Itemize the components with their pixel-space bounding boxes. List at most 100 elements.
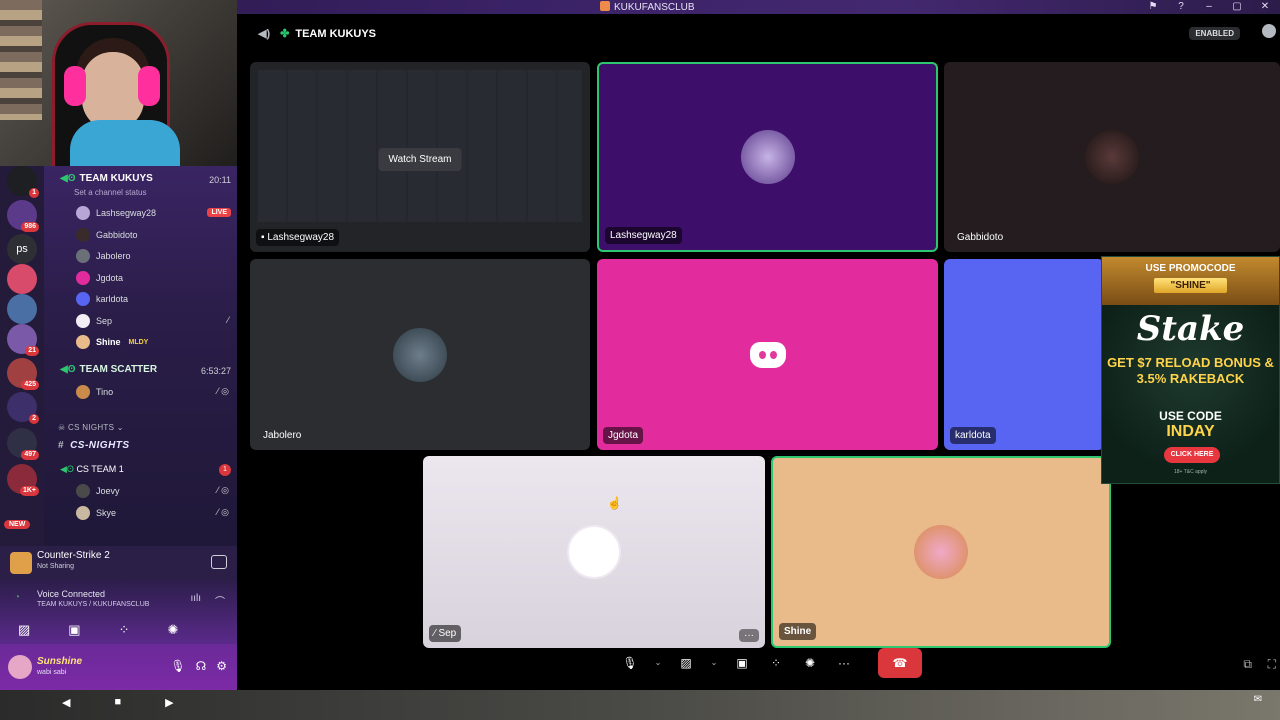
fullscreen-icon[interactable]: ⛶ (1268, 657, 1276, 672)
ad-fine-print: 18+ T&C apply (1173, 469, 1208, 475)
streamer-face-image (82, 52, 144, 130)
activities-icon[interactable]: ⁘ (766, 652, 786, 674)
participant-tile[interactable]: Jabolero (250, 259, 590, 450)
chevron-down-icon: ⌄ (114, 423, 124, 432)
participant-tile[interactable]: Jgdota (597, 259, 938, 450)
microphone-icon[interactable]: 🎙 (620, 652, 640, 674)
voice-member[interactable]: Joevy (76, 482, 120, 500)
close-icon[interactable]: ✕ (1258, 1, 1272, 12)
activities-icon[interactable]: ⁘ (119, 622, 130, 638)
tile-label: Lashsegway28 (605, 227, 682, 244)
server-icon[interactable] (7, 294, 37, 324)
disconnect-icon[interactable]: ⌒ (215, 593, 225, 608)
voice-member[interactable]: Tino (76, 383, 113, 401)
disconnect-call-button[interactable]: ☎ (878, 648, 922, 678)
chat-icon[interactable] (1262, 24, 1276, 38)
server-icon[interactable]: 21 (7, 324, 39, 356)
server-icon[interactable] (7, 264, 37, 294)
headphones-icon[interactable]: ☊ (196, 659, 207, 673)
more-icon[interactable]: ··· (834, 652, 854, 674)
window-icon[interactable]: ■ (114, 696, 121, 709)
game-icon (10, 552, 32, 574)
avatar (76, 385, 90, 399)
stream-tile[interactable]: Watch Stream ▪ Lashsegway28 (250, 62, 590, 252)
voice-member[interactable]: Jgdota (76, 269, 123, 287)
title-bar-controls: ⚑ ? – ▢ ✕ (1146, 1, 1272, 12)
avatar[interactable] (8, 655, 32, 679)
participant-tile[interactable]: Shine (771, 456, 1111, 648)
brand-logo: Stake (1136, 309, 1245, 349)
voice-member[interactable]: Jabolero (76, 247, 131, 265)
voice-channel-link[interactable]: TEAM KUKUYS / KUKUFANSCLUB (37, 601, 149, 608)
server-icon[interactable]: 986 (7, 200, 39, 232)
maximize-icon[interactable]: ▢ (1230, 1, 1244, 12)
channel-list: ◀ʘ TEAM KUKUYS 20:11 Set a channel status… (44, 166, 237, 546)
chevron-down-icon[interactable]: ⌄ (654, 652, 662, 674)
participant-tile[interactable]: ☝ ⁄ Sep ··· (423, 456, 765, 648)
voice-member[interactable]: Lashsegway28 (76, 204, 156, 222)
participant-tile[interactable]: Gabbidoto (944, 62, 1280, 252)
voice-icon: ◀) (258, 28, 271, 40)
voice-channel-team-kukuys[interactable]: ◀ʘ TEAM KUKUYS (60, 173, 153, 184)
share-screen-icon[interactable] (211, 555, 227, 569)
camera-off-icon[interactable]: ▨ (676, 652, 696, 674)
avatar (1085, 130, 1139, 184)
voice-channel-cs-team-1[interactable]: ◀ʘ CS TEAM 1 (60, 464, 124, 475)
voice-member[interactable]: Gabbidoto (76, 226, 138, 244)
text-channel-cs-nights[interactable]: # CS-NIGHTS (58, 440, 130, 451)
chevron-down-icon[interactable]: ⌄ (710, 652, 718, 674)
stream-preview (258, 70, 582, 222)
server-icon[interactable]: 1 (7, 166, 39, 198)
hand-cursor-icon: ☝ (607, 496, 622, 510)
server-icon[interactable]: 425 (7, 358, 39, 390)
settings-gear-icon[interactable]: ⚙ (216, 659, 227, 673)
tile-label: Shine (779, 623, 817, 640)
speaker-icon: ◀ʘ (60, 173, 76, 184)
voice-member[interactable]: Sep (76, 312, 112, 330)
click-here-button[interactable]: CLICK HERE (1164, 447, 1220, 463)
avatar (567, 525, 621, 579)
soundboard-icon[interactable]: ✺ (800, 652, 820, 674)
live-badge: LIVE (207, 208, 231, 217)
avatar (76, 292, 90, 306)
watch-stream-button[interactable]: Watch Stream (378, 148, 462, 171)
muted-deafened-icon: ⁄ ◎ (217, 485, 229, 495)
popout-icon[interactable]: ⧉ (1243, 657, 1252, 672)
more-options-button[interactable]: ··· (739, 629, 759, 642)
inbox-icon[interactable]: ⚑ (1146, 1, 1160, 12)
channel-status-placeholder[interactable]: Set a channel status (74, 188, 147, 197)
promo-ad-overlay[interactable]: USE PROMOCODE "SHINE" Stake GET $7 RELOA… (1101, 256, 1280, 484)
noise-suppression-icon[interactable]: ıılı (190, 593, 201, 608)
right-arrow-icon[interactable]: ▶ (165, 696, 173, 709)
channel-timer: 20:11 (209, 175, 231, 185)
minimize-icon[interactable]: – (1202, 1, 1216, 12)
category-cs-nights[interactable]: ☠ CS NIGHTS ⌄ (58, 423, 124, 432)
tray-icon[interactable]: ✉ (1254, 694, 1262, 705)
left-arrow-icon[interactable]: ◀ (62, 696, 70, 709)
help-icon[interactable]: ? (1174, 1, 1188, 12)
activity-panel: Counter-Strike 2 Not Sharing (0, 546, 237, 580)
voice-member[interactable]: Skye (76, 504, 116, 522)
participant-tile[interactable]: karldota (944, 259, 1104, 450)
microphone-icon[interactable]: 🎙 (170, 659, 185, 673)
screen-share-icon[interactable]: ▣ (732, 652, 752, 674)
server-icon[interactable]: 497 (7, 428, 39, 460)
camera-off-icon[interactable]: ▨ (18, 622, 30, 638)
voice-member[interactable]: karldota (76, 290, 128, 308)
enabled-badge[interactable]: ENABLED (1189, 27, 1240, 40)
screen-share-icon[interactable]: ▣ (68, 622, 80, 638)
voice-member[interactable]: Shine MLDY (76, 333, 148, 351)
ad-use-code: USE CODE (1159, 409, 1222, 423)
muted-deafened-icon: ⁄ ◎ (217, 386, 229, 396)
soundboard-icon[interactable]: ✺ (168, 622, 179, 638)
signal-icon[interactable]: ◔ (14, 592, 20, 603)
server-icon[interactable]: 1K+ (7, 464, 39, 496)
tile-label: Jabolero (263, 430, 302, 441)
voice-connection-panel: ◔ Voice Connected TEAM KUKUYS / KUKUFANS… (0, 580, 237, 644)
call-controls: 🎙 ⌄ ▨ ⌄ ▣ ⁘ ✺ ··· ☎ (620, 648, 922, 678)
new-badge: NEW (4, 520, 31, 529)
server-icon[interactable]: 2 (7, 392, 39, 424)
participant-tile[interactable]: Lashsegway28 (597, 62, 938, 252)
voice-channel-team-scatter[interactable]: ◀ʘ TEAM SCATTER (60, 364, 157, 375)
server-icon[interactable]: ps (7, 234, 37, 264)
